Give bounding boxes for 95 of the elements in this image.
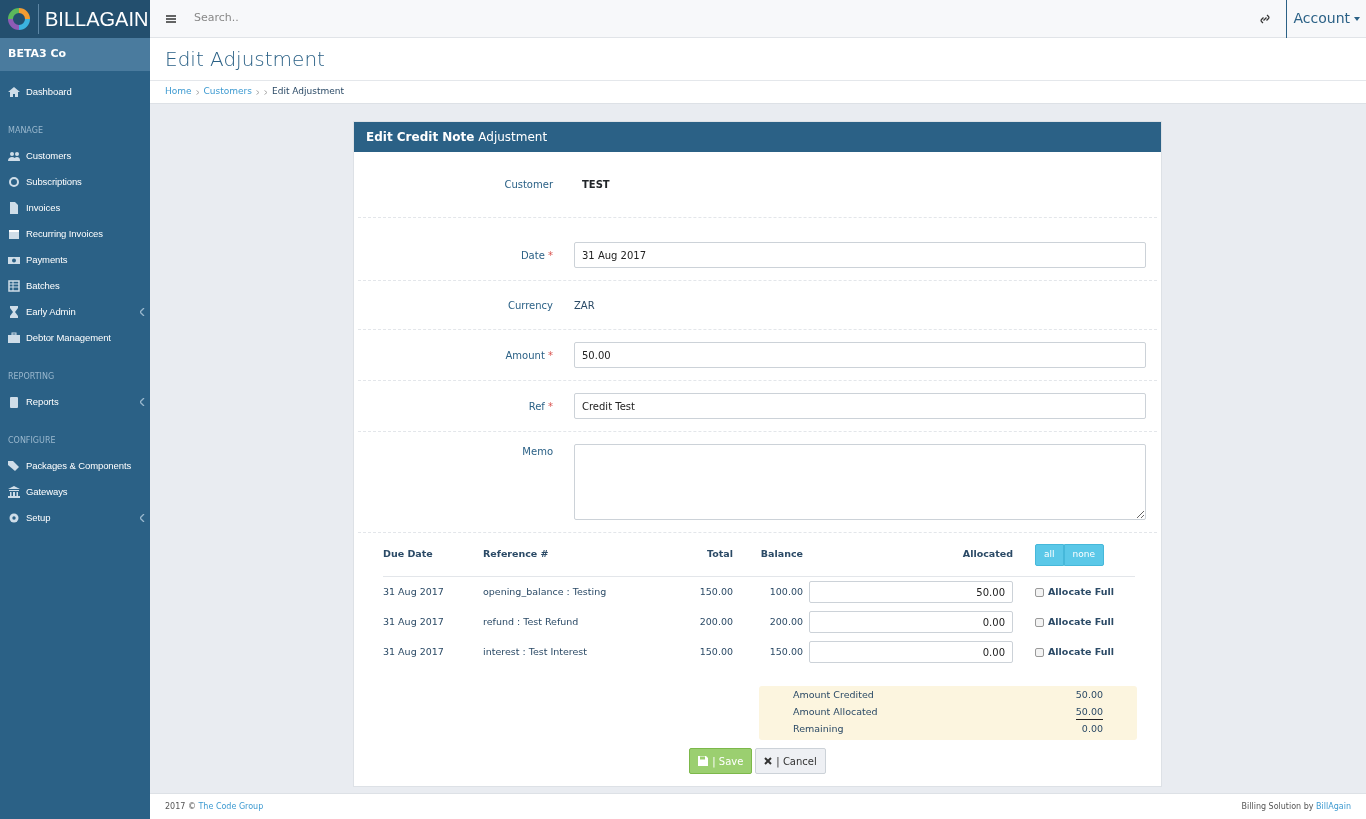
sidebar-item[interactable]: Gateways <box>0 479 150 505</box>
balance-cell-text: 100.00 <box>768 584 803 599</box>
copyright-text: 2017 © <box>165 801 196 811</box>
column-header: Allocated <box>961 547 1013 562</box>
breadcrumb-current: Edit Adjustment <box>272 85 344 99</box>
page-title: Edit Adjustment <box>165 47 325 71</box>
tags-icon <box>8 460 20 472</box>
due-date-cell-text: 31 Aug 2017 <box>383 584 445 599</box>
sidebar-item[interactable]: Setup <box>0 505 150 531</box>
total-cell-text: 200.00 <box>698 614 733 629</box>
text-field[interactable]: Credit Test <box>574 393 1146 419</box>
company-name: BETA3 Co <box>0 38 150 71</box>
brand-link[interactable]: BillAgain <box>1316 801 1351 811</box>
sidebar-item[interactable]: Early Admin <box>0 299 150 325</box>
total-cell-text: 150.00 <box>698 584 733 599</box>
reference-cell-text: opening_balance : Testing <box>483 584 608 599</box>
sidebar-item[interactable]: Batches <box>0 273 150 299</box>
allocate-full-checkbox[interactable]: Allocate Full <box>1035 644 1129 660</box>
bank-icon <box>8 486 20 498</box>
chevron-left-icon <box>140 398 145 406</box>
credit-text: Billing Solution by <box>1241 801 1314 811</box>
column-header: Total <box>706 547 733 562</box>
sidebar-item[interactable]: Debtor Management <box>0 325 150 351</box>
summary-value: 0.00 <box>1081 722 1103 737</box>
text-field[interactable]: 50.00 <box>574 342 1146 368</box>
summary-value: 50.00 <box>1075 704 1103 721</box>
reference-cell-text: interest : Test Interest <box>483 644 589 659</box>
sidebar-item[interactable]: Reports <box>0 389 150 415</box>
summary-label: Amount Credited <box>793 688 874 703</box>
link-icon <box>1260 14 1271 24</box>
menu-icon <box>166 15 176 23</box>
clipboard-icon <box>8 396 20 408</box>
field-label: Customer <box>503 178 553 192</box>
column-header: Due Date <box>383 547 434 562</box>
chevron-left-icon <box>140 308 145 316</box>
section-heading: MANAGE <box>7 125 44 137</box>
column-header: Balance <box>759 547 803 562</box>
due-date-cell-text: 31 Aug 2017 <box>383 644 445 659</box>
refresh-icon <box>8 176 20 188</box>
column-header: Reference # <box>483 547 550 562</box>
required-mark: * <box>548 400 553 412</box>
allocated-field[interactable]: 0.00 <box>809 611 1013 633</box>
gear-icon <box>8 512 20 524</box>
cancel-button[interactable]: | Cancel <box>755 748 826 774</box>
allocate-full-checkbox[interactable]: Allocate Full <box>1035 614 1129 630</box>
account-menu[interactable]: Account <box>1286 0 1366 38</box>
balance-cell-text: 150.00 <box>768 644 803 659</box>
ring-logo-icon <box>6 6 32 32</box>
summary-value: 50.00 <box>1075 688 1103 703</box>
field-label: Date <box>520 249 545 261</box>
required-mark: * <box>548 249 553 261</box>
document-icon <box>8 202 20 214</box>
field-label: Memo <box>521 445 553 459</box>
caret-down-icon <box>1354 16 1360 21</box>
sidebar-item[interactable]: Packages & Components <box>0 453 150 479</box>
due-date-cell-text: 31 Aug 2017 <box>383 614 445 629</box>
text-field[interactable]: 31 Aug 2017 <box>574 242 1146 268</box>
memo-field[interactable] <box>574 444 1146 520</box>
money-icon <box>8 254 20 266</box>
balance-cell-text: 200.00 <box>768 614 803 629</box>
breadcrumb-link[interactable]: Home <box>165 85 192 99</box>
summary-label: Remaining <box>793 722 844 737</box>
sidebar-item[interactable]: Customers <box>0 143 150 169</box>
total-cell-text: 150.00 <box>698 644 733 659</box>
field-label: Amount <box>505 349 545 361</box>
section-heading: REPORTING <box>7 371 56 383</box>
field-label: Currency <box>506 298 553 313</box>
users-icon <box>8 150 20 162</box>
sidebar-item[interactable]: Invoices <box>0 195 150 221</box>
close-icon <box>764 757 773 765</box>
field-label: Ref <box>528 400 545 412</box>
section-heading: CONFIGURE <box>7 435 57 447</box>
briefcase-icon <box>8 332 20 344</box>
field-value: ZAR <box>574 298 596 313</box>
field-value: TEST <box>582 178 611 192</box>
brand-name: BILLAGAIN <box>38 4 149 34</box>
allocated-field[interactable]: 0.00 <box>809 641 1013 663</box>
card-title: Edit Credit Note Adjustment <box>366 129 548 146</box>
chevron-right-icon <box>195 89 200 95</box>
chevron-left-icon <box>140 514 145 522</box>
summary-label: Amount Allocated <box>793 705 878 720</box>
company-link[interactable]: The Code Group <box>198 801 264 811</box>
table-icon <box>8 280 20 292</box>
required-mark: * <box>548 349 553 361</box>
allocate-full-checkbox[interactable]: Allocate Full <box>1035 584 1129 600</box>
allocated-field[interactable]: 50.00 <box>809 581 1013 603</box>
home-icon <box>8 86 20 98</box>
sidebar-item[interactable]: Recurring Invoices <box>0 221 150 247</box>
sidebar-item[interactable]: Dashboard <box>0 79 150 105</box>
sidebar-item[interactable]: Payments <box>0 247 150 273</box>
calendar-icon <box>8 228 20 240</box>
reference-cell-text: refund : Test Refund <box>483 614 580 629</box>
hourglass-icon <box>8 306 20 318</box>
search-field[interactable]: Search.. <box>192 9 492 28</box>
sidebar-item[interactable]: Subscriptions <box>0 169 150 195</box>
